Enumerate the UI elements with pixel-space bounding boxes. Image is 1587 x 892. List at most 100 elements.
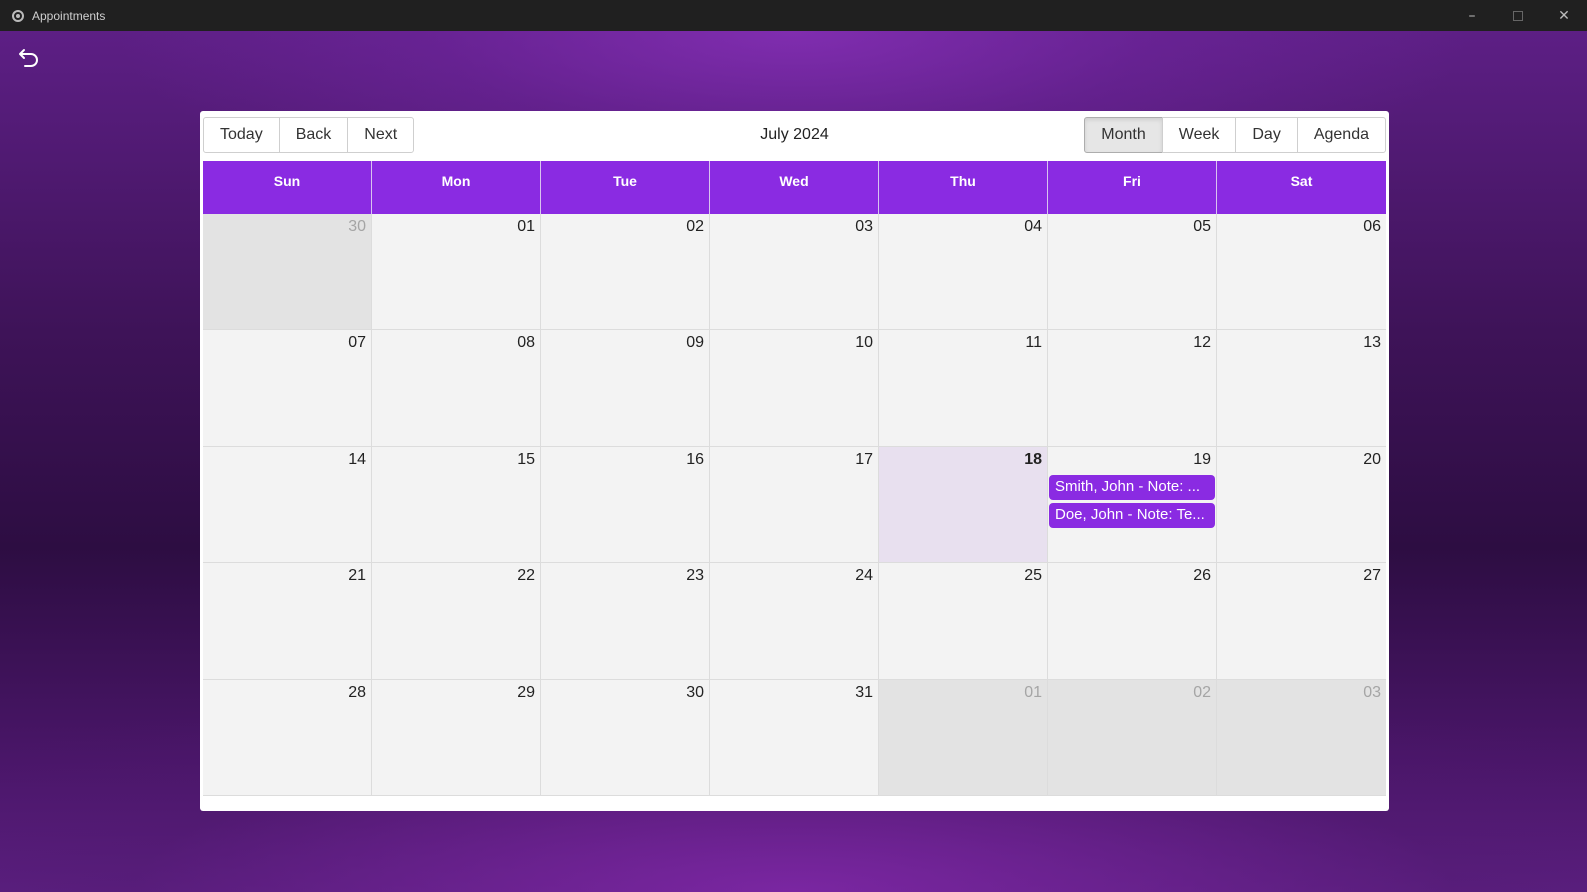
day-number[interactable]: 14 (205, 451, 366, 471)
back-button[interactable]: Back (278, 117, 349, 153)
view-agenda-button[interactable]: Agenda (1296, 117, 1386, 153)
day-cell[interactable]: 23 (541, 563, 710, 680)
day-cell[interactable]: 09 (541, 330, 710, 447)
day-number[interactable]: 04 (881, 218, 1042, 238)
day-cell[interactable]: 05 (1048, 214, 1217, 331)
day-cell[interactable]: 03 (710, 214, 879, 331)
minimize-button[interactable]: – (1449, 0, 1495, 31)
month-grid: 30 01 02 03 04 05 06 07 08 09 10 11 12 13 14 15 16 17 18 19… (203, 214, 1386, 796)
day-number[interactable]: 07 (205, 334, 366, 354)
view-buttons: Month Week Day Agenda (1084, 117, 1386, 153)
undo-button[interactable] (16, 45, 42, 71)
day-cell[interactable]: 19 Smith, John - Note: ... Doe, John - Not… (1048, 446, 1217, 564)
day-number[interactable]: 16 (543, 451, 704, 471)
day-number[interactable]: 15 (374, 451, 535, 471)
day-cell[interactable]: 06 (1217, 214, 1386, 331)
weekday-header-fri: Fri (1048, 161, 1217, 214)
day-number[interactable]: 21 (205, 567, 366, 587)
day-number[interactable]: 01 (881, 684, 1042, 704)
view-week-button[interactable]: Week (1161, 117, 1237, 153)
day-cell[interactable]: 31 (710, 679, 879, 796)
day-cell[interactable]: 02 (1048, 679, 1217, 796)
day-cell[interactable]: 21 (203, 563, 372, 680)
maximize-icon (1513, 10, 1523, 21)
day-number[interactable]: 19 (1050, 451, 1211, 471)
day-number[interactable]: 05 (1050, 218, 1211, 238)
day-cell[interactable]: 22 (372, 563, 541, 680)
day-number[interactable]: 03 (712, 218, 873, 238)
window-title: Appointments (32, 8, 106, 23)
day-number[interactable]: 30 (543, 684, 704, 704)
day-cell[interactable]: 01 (372, 214, 541, 331)
day-cell[interactable]: 16 (541, 446, 710, 564)
day-cell[interactable]: 29 (372, 679, 541, 796)
day-number[interactable]: 06 (1219, 218, 1381, 238)
day-number[interactable]: 02 (1050, 684, 1211, 704)
appointment-event[interactable]: Smith, John - Note: ... (1049, 474, 1215, 500)
weekday-header-mon: Mon (372, 161, 541, 214)
day-cell[interactable]: 15 (372, 446, 541, 564)
day-cell[interactable]: 18 (879, 446, 1048, 564)
weekday-header-sun: Sun (203, 161, 372, 214)
day-number[interactable]: 11 (881, 334, 1042, 354)
day-number[interactable]: 27 (1219, 567, 1381, 587)
day-number[interactable]: 29 (374, 684, 535, 704)
day-number[interactable]: 26 (1050, 567, 1211, 587)
day-cell[interactable]: 04 (879, 214, 1048, 331)
day-cell[interactable]: 07 (203, 330, 372, 447)
app-background: Today Back Next July 2024 Month Week Day Ag… (0, 31, 1587, 892)
day-cell[interactable]: 02 (541, 214, 710, 331)
day-cell[interactable]: 30 (541, 679, 710, 796)
day-number[interactable]: 31 (712, 684, 873, 704)
day-number[interactable]: 28 (205, 684, 366, 704)
day-number[interactable]: 13 (1219, 334, 1381, 354)
day-cell[interactable]: 13 (1217, 330, 1386, 447)
day-cell[interactable]: 24 (710, 563, 879, 680)
day-cell[interactable]: 17 (710, 446, 879, 564)
day-number[interactable]: 22 (374, 567, 535, 587)
view-month-button[interactable]: Month (1084, 117, 1163, 153)
day-number[interactable]: 25 (881, 567, 1042, 587)
day-cell[interactable]: 08 (372, 330, 541, 447)
weekday-header-thu: Thu (879, 161, 1048, 214)
appointment-event[interactable]: Doe, John - Note: Te... (1049, 502, 1215, 528)
day-number[interactable]: 03 (1219, 684, 1381, 704)
close-button[interactable]: ✕ (1541, 0, 1587, 31)
day-cell[interactable]: 11 (879, 330, 1048, 447)
day-number[interactable]: 17 (712, 451, 873, 471)
day-cell[interactable]: 27 (1217, 563, 1386, 680)
view-day-button[interactable]: Day (1235, 117, 1298, 153)
day-cell[interactable]: 25 (879, 563, 1048, 680)
next-button[interactable]: Next (347, 117, 415, 153)
day-number[interactable]: 09 (543, 334, 704, 354)
navigation-buttons: Today Back Next (203, 117, 415, 153)
day-number[interactable]: 18 (881, 451, 1042, 471)
day-cell[interactable]: 10 (710, 330, 879, 447)
day-number[interactable]: 24 (712, 567, 873, 587)
day-cell[interactable]: 20 (1217, 446, 1386, 564)
today-button[interactable]: Today (203, 117, 280, 153)
day-cell[interactable]: 14 (203, 446, 372, 564)
app-icon (12, 9, 24, 22)
weekday-header-tue: Tue (541, 161, 710, 214)
day-cell[interactable]: 30 (203, 214, 372, 331)
day-cell[interactable]: 12 (1048, 330, 1217, 447)
undo-icon (19, 49, 38, 67)
weekday-header-sat: Sat (1217, 161, 1386, 214)
day-cell[interactable]: 28 (203, 679, 372, 796)
day-number[interactable]: 08 (374, 334, 535, 354)
day-cell[interactable]: 01 (879, 679, 1048, 796)
day-number[interactable]: 20 (1219, 451, 1381, 471)
day-number[interactable]: 02 (543, 218, 704, 238)
weekday-header: Sun Mon Tue Wed Thu Fri Sat (203, 161, 1386, 214)
day-cell[interactable]: 26 (1048, 563, 1217, 680)
title-bar: Appointments – ✕ (0, 0, 1587, 31)
day-cell[interactable]: 03 (1217, 679, 1386, 796)
day-number[interactable]: 23 (543, 567, 704, 587)
day-number[interactable]: 30 (205, 218, 366, 238)
maximize-button[interactable] (1495, 0, 1541, 31)
day-number[interactable]: 12 (1050, 334, 1211, 354)
day-number[interactable]: 01 (374, 218, 535, 238)
day-number[interactable]: 10 (712, 334, 873, 354)
window-controls: – ✕ (1449, 0, 1587, 31)
